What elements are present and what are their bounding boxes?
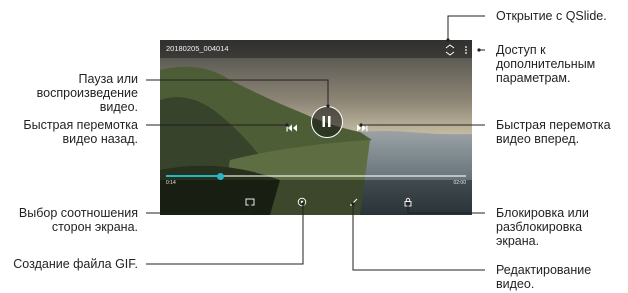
label-gif: Создание файла GIF. [13,257,138,271]
label-aspect-ratio: Выбор соотношения сторон экрана. [18,206,138,234]
label-more-options: Доступ к дополнительным параметрам. [496,43,596,85]
label-fast-forward: Быстрая перемотка видео вперед. [496,118,611,146]
label-edit: Редактирование видео. [496,263,592,291]
label-pause-play: Пауза или воспроизведение видео. [36,72,138,114]
label-rewind: Быстрая перемотка видео назад. [23,118,138,146]
label-qslide: Открытие с QSlide. [496,9,607,23]
label-lock: Блокировка или разблокировка экрана. [496,206,589,248]
